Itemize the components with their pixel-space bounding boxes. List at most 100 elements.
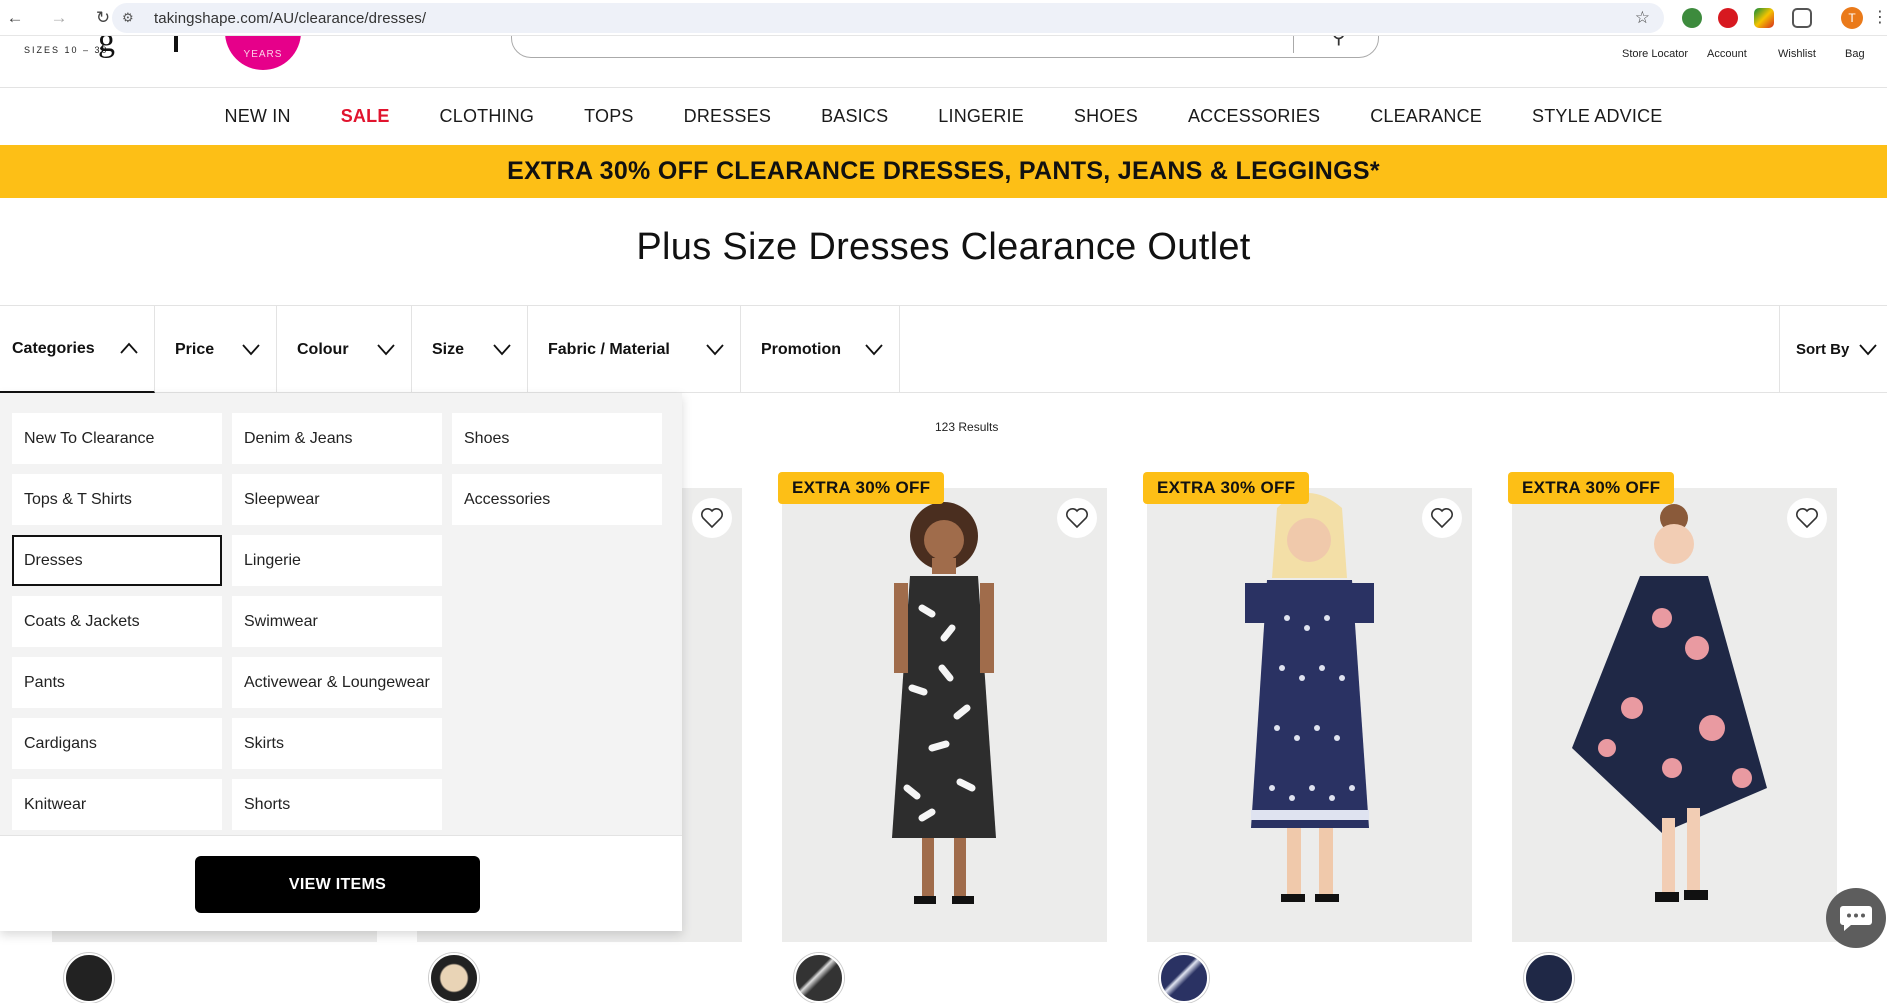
product-image [1572, 504, 1767, 902]
filter-label: Categories [12, 339, 95, 357]
nav-sale[interactable]: SALE [316, 88, 415, 144]
back-icon[interactable]: ← [2, 5, 28, 31]
account-link[interactable]: Account [1707, 48, 1747, 60]
category-option[interactable]: Activewear & Loungewear [232, 657, 442, 708]
category-option[interactable]: Lingerie [232, 535, 442, 586]
nav-dresses[interactable]: DRESSES [659, 88, 796, 144]
category-option[interactable]: Denim & Jeans [232, 413, 442, 464]
colour-swatch[interactable] [429, 953, 479, 1003]
search-icon[interactable]: ⚲ [1331, 36, 1346, 49]
category-option[interactable]: Sleepwear [232, 474, 442, 525]
promo-banner[interactable]: EXTRA 30% OFF CLEARANCE DRESSES, PANTS, … [0, 145, 1887, 198]
nav-shoes[interactable]: SHOES [1049, 88, 1163, 144]
logo-mark [174, 36, 178, 52]
filter-price[interactable]: Price [155, 306, 277, 393]
category-option[interactable]: Cardigans [12, 718, 222, 769]
product-card-3[interactable] [782, 488, 1107, 942]
logo[interactable]: g [98, 36, 115, 60]
product-image [1245, 493, 1374, 902]
category-option[interactable]: Coats & Jackets [12, 596, 222, 647]
category-option[interactable]: Knitwear [12, 779, 222, 830]
chevron-up-icon [120, 342, 138, 354]
category-option-selected[interactable]: Dresses [12, 535, 222, 586]
store-locator-link[interactable]: Store Locator [1622, 48, 1688, 60]
profile-avatar[interactable]: T [1841, 7, 1863, 29]
nav-style-advice[interactable]: STYLE ADVICE [1507, 88, 1687, 144]
category-option[interactable]: Shorts [232, 779, 442, 830]
category-option[interactable]: Shoes [452, 413, 662, 464]
wishlist-link[interactable]: Wishlist [1778, 48, 1816, 60]
colour-swatch[interactable] [1159, 953, 1209, 1003]
anniversary-badge: YEARS [225, 36, 301, 70]
page-title: Plus Size Dresses Clearance Outlet [636, 226, 1251, 268]
search-input[interactable]: ⚲ [511, 36, 1379, 58]
colour-swatches [417, 943, 742, 1003]
search-divider [1293, 36, 1294, 53]
colour-swatch[interactable] [794, 953, 844, 1003]
colour-swatches [1512, 943, 1837, 1003]
nav-accessories[interactable]: ACCESSORIES [1163, 88, 1345, 144]
categories-column-2: Denim & Jeans Sleepwear Lingerie Swimwea… [232, 413, 442, 840]
site-info-icon[interactable]: ⚙ [122, 10, 140, 26]
wishlist-heart-icon[interactable] [1787, 498, 1827, 538]
promo-badge: EXTRA 30% OFF [778, 472, 945, 504]
nav-clothing[interactable]: CLOTHING [415, 88, 560, 144]
site-header: SIZES 10 – 30 g YEARS ⚲ Store Locator Ac… [0, 36, 1887, 88]
wishlist-heart-icon[interactable] [1057, 498, 1097, 538]
filter-fabric[interactable]: Fabric / Material [528, 306, 741, 393]
colour-swatches [1147, 943, 1472, 1003]
wishlist-heart-icon[interactable] [1422, 498, 1462, 538]
results-count: 123 Results [935, 420, 999, 434]
nav-basics[interactable]: BASICS [796, 88, 913, 144]
filter-size[interactable]: Size [412, 306, 528, 393]
bag-link[interactable]: Bag [1845, 48, 1865, 60]
category-option[interactable]: Pants [12, 657, 222, 708]
logo-sizes-text: SIZES 10 – 30 [24, 45, 109, 55]
chevron-down-icon [706, 344, 724, 356]
wishlist-heart-icon[interactable] [692, 498, 732, 538]
nav-new-in[interactable]: NEW IN [200, 88, 316, 144]
filter-categories[interactable]: Categories [0, 306, 155, 393]
browser-menu-icon[interactable]: ⋮ [1872, 7, 1887, 27]
category-option[interactable]: Accessories [452, 474, 662, 525]
colour-swatch[interactable] [1524, 953, 1574, 1003]
extension-icon-1[interactable] [1682, 8, 1702, 28]
filter-colour[interactable]: Colour [277, 306, 412, 393]
nav-clearance[interactable]: CLEARANCE [1345, 88, 1507, 144]
category-option[interactable]: Skirts [232, 718, 442, 769]
nav-lingerie[interactable]: LINGERIE [913, 88, 1049, 144]
extension-icon-2[interactable] [1718, 8, 1738, 28]
category-option[interactable]: Tops & T Shirts [12, 474, 222, 525]
chat-widget-button[interactable] [1826, 888, 1886, 948]
category-option[interactable]: Swimwear [232, 596, 442, 647]
filter-label: Promotion [761, 340, 841, 358]
browser-toolbar: ← → ↻ ⚙ takingshape.com/AU/clearance/dre… [0, 0, 1887, 36]
product-card-4[interactable] [1147, 488, 1472, 942]
dropdown-footer: VIEW ITEMS [0, 835, 682, 931]
product-card-5[interactable] [1512, 488, 1837, 942]
promo-badge: EXTRA 30% OFF [1508, 472, 1675, 504]
categories-column-3: Shoes Accessories [452, 413, 662, 535]
promo-text: EXTRA 30% OFF CLEARANCE DRESSES, PANTS, … [507, 157, 1380, 185]
product-image [892, 502, 996, 904]
view-items-button[interactable]: VIEW ITEMS [195, 856, 480, 913]
filter-label: Fabric / Material [548, 340, 670, 358]
nav-tops[interactable]: TOPS [559, 88, 658, 144]
filter-label: Size [432, 340, 465, 358]
colour-swatches [782, 943, 1107, 1003]
chevron-down-icon [865, 344, 883, 356]
forward-icon[interactable]: → [46, 5, 72, 31]
bookmark-star-icon[interactable]: ☆ [1635, 8, 1650, 28]
address-bar[interactable]: ⚙ takingshape.com/AU/clearance/dresses/ … [112, 3, 1664, 33]
chevron-down-icon [1859, 344, 1877, 356]
extensions-puzzle-icon[interactable] [1792, 8, 1812, 28]
extension-icon-3[interactable] [1754, 8, 1774, 28]
filter-label: Colour [297, 340, 349, 358]
sort-by-dropdown[interactable]: Sort By [1779, 306, 1887, 393]
sort-label: Sort By [1796, 341, 1850, 358]
category-option[interactable]: New To Clearance [12, 413, 222, 464]
filter-bar: Categories Price Colour Size Fabric / Ma… [0, 305, 1887, 393]
chat-bubble-icon [1840, 906, 1872, 931]
filter-promotion[interactable]: Promotion [741, 306, 900, 393]
colour-swatch[interactable] [64, 953, 114, 1003]
